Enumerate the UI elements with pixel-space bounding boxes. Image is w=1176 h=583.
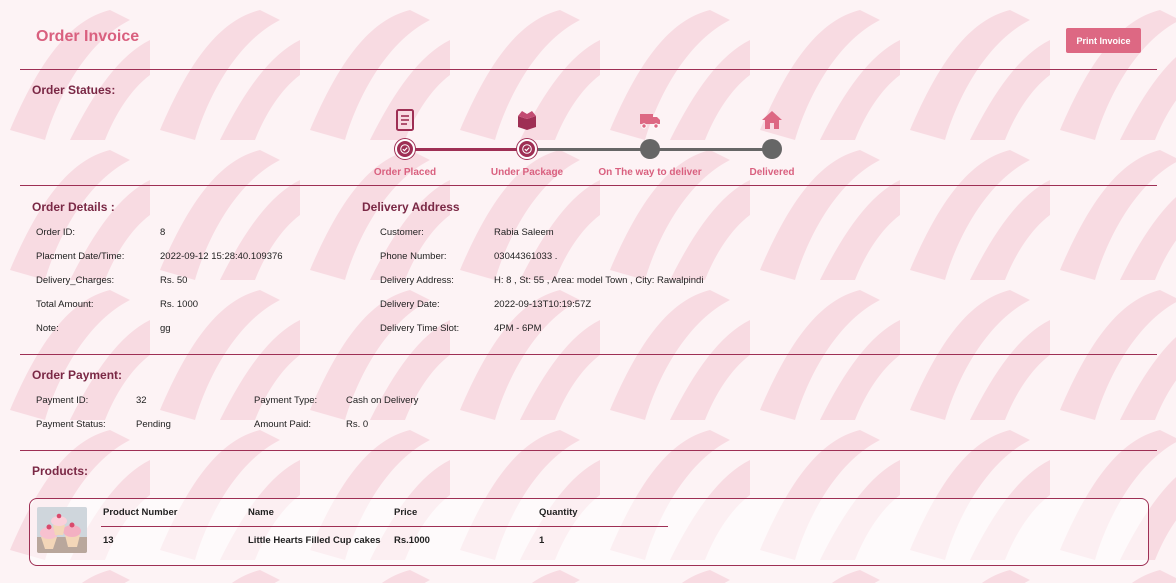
products-heading: Products: <box>32 464 89 478</box>
check-icon <box>400 144 410 154</box>
total-amount-value: Rs. 1000 <box>160 299 199 310</box>
amount-paid-label: Amount Paid: <box>254 419 312 430</box>
payment-status-value: Pending <box>136 419 171 430</box>
column-header-price: Price <box>394 507 418 518</box>
delivery-address-label: Delivery Address: <box>380 275 454 286</box>
payment-id-value: 32 <box>136 395 147 406</box>
placement-date-value: 2022-09-12 15:28:40.109376 <box>160 251 283 262</box>
divider <box>20 354 1157 355</box>
phone-number-label: Phone Number: <box>380 251 447 262</box>
product-number-cell: 13 <box>103 535 114 546</box>
step-label-under-package: Under Package <box>490 167 564 178</box>
product-name-cell: Little Hearts Filled Cup cakes <box>248 535 381 546</box>
order-payment-heading: Order Payment: <box>32 368 123 382</box>
progress-track-complete <box>405 148 527 151</box>
column-header-product-number: Product Number <box>103 507 178 518</box>
divider <box>20 185 1157 186</box>
payment-type-label: Payment Type: <box>254 395 318 406</box>
step-pending-marker <box>762 139 782 159</box>
products-table <box>29 498 1149 566</box>
step-pending-marker <box>640 139 660 159</box>
delivery-charges-value: Rs. 50 <box>160 275 188 286</box>
truck-icon <box>640 114 660 129</box>
box-icon <box>518 111 536 130</box>
step-complete-marker <box>517 139 537 159</box>
product-quantity-cell: 1 <box>539 535 545 546</box>
product-thumbnail <box>37 507 87 553</box>
payment-id-label: Payment ID: <box>36 395 89 406</box>
amount-paid-value: Rs. 0 <box>346 419 369 430</box>
step-complete-marker <box>395 139 415 159</box>
total-amount-label: Total Amount: <box>36 299 94 310</box>
order-id-label: Order ID: <box>36 227 76 238</box>
delivery-address-value: H: 8 , St: 55 , Area: model Town , City:… <box>494 275 704 286</box>
column-header-name: Name <box>248 507 274 518</box>
step-label-order-placed: Order Placed <box>373 167 437 178</box>
delivery-date-label: Delivery Date: <box>380 299 440 310</box>
delivery-date-value: 2022-09-13T10:19:57Z <box>494 299 592 310</box>
delivery-time-slot-value: 4PM - 6PM <box>494 323 542 334</box>
order-details-heading: Order Details : <box>32 200 115 214</box>
delivery-charges-label: Delivery_Charges: <box>36 275 115 286</box>
payment-type-value: Cash on Delivery <box>346 395 419 406</box>
placement-date-label: Placment Date/Time: <box>36 251 125 262</box>
document-icon <box>396 109 414 131</box>
note-label: Note: <box>36 323 59 334</box>
payment-status-label: Payment Status: <box>36 419 106 430</box>
note-value: gg <box>160 323 171 334</box>
column-header-quantity: Quantity <box>539 507 578 518</box>
customer-value: Rabia Saleem <box>494 227 554 238</box>
home-icon <box>762 111 782 129</box>
step-label-on-the-way: On The way to deliver <box>598 167 702 178</box>
phone-number-value: 03044361033 . <box>494 251 558 262</box>
delivery-address-heading: Delivery Address <box>362 200 460 214</box>
product-price-cell: Rs.1000 <box>394 535 430 546</box>
order-status-tracker: Order Placed Under Package On The way to… <box>0 0 1176 183</box>
divider <box>20 450 1157 451</box>
delivery-time-slot-label: Delivery Time Slot: <box>380 323 460 334</box>
customer-label: Customer: <box>380 227 424 238</box>
order-id-value: 8 <box>160 227 166 238</box>
check-icon <box>522 144 532 154</box>
step-label-delivered: Delivered <box>749 167 795 178</box>
order-invoice-page: Order Invoice Print Invoice Order Statue… <box>0 0 1176 583</box>
table-header-divider <box>101 526 668 527</box>
